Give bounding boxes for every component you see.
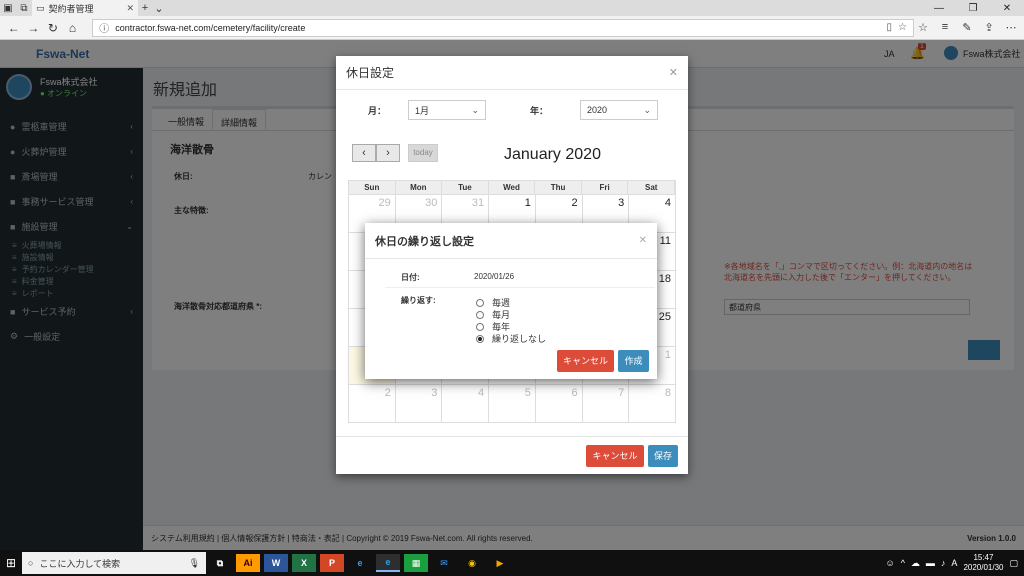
- media-player-icon[interactable]: ▶: [488, 554, 512, 572]
- mail-icon[interactable]: ✉: [432, 554, 456, 572]
- weekday-header: Fri: [582, 181, 629, 194]
- tab-list-chevron-icon[interactable]: ⌄: [152, 2, 166, 15]
- year-select[interactable]: 2020 ⌄: [580, 100, 659, 120]
- favorite-star-icon[interactable]: ☆: [898, 22, 907, 33]
- info-icon: ⓘ: [99, 24, 110, 35]
- calendar-day[interactable]: 5: [489, 385, 536, 423]
- calendar-day[interactable]: 3: [395, 385, 443, 423]
- date-value: 2020/01/26: [474, 272, 515, 281]
- spreadsheet-icon[interactable]: ▦: [404, 554, 428, 572]
- weekday-header: Thu: [535, 181, 582, 194]
- share-icon[interactable]: ⇪: [980, 21, 998, 34]
- month-select[interactable]: 1月 ⌄: [408, 100, 487, 120]
- calendar-title: January 2020: [504, 146, 601, 163]
- repeat-settings-modal: 休日の繰り返し設定 ✕ 日付: 2020/01/26 繰り返す: 毎週 毎月 毎…: [365, 223, 657, 379]
- tray-chevron-icon[interactable]: ^: [901, 558, 905, 568]
- people-icon[interactable]: ☺: [885, 558, 894, 568]
- calendar-day[interactable]: 6: [535, 385, 583, 423]
- ime-icon[interactable]: A: [951, 558, 957, 568]
- word-icon[interactable]: W: [264, 554, 288, 572]
- page-icon: ▭: [36, 2, 45, 13]
- chevron-down-icon: ⌄: [643, 104, 652, 115]
- month-label: 月：: [368, 105, 387, 116]
- edge-icon[interactable]: e: [376, 554, 400, 572]
- minimize-icon[interactable]: —: [922, 3, 956, 14]
- date-label: 日付:: [401, 273, 420, 282]
- create-button[interactable]: 作成: [618, 350, 649, 372]
- close-tab-icon[interactable]: ✕: [126, 3, 134, 14]
- onedrive-icon[interactable]: ☁: [911, 558, 920, 569]
- window-menu-icon[interactable]: ▣: [0, 0, 16, 16]
- tab-title: 契約者管理: [48, 3, 94, 14]
- task-view-icon[interactable]: ⧉: [208, 554, 232, 572]
- volume-icon[interactable]: ♪: [941, 558, 946, 568]
- prev-month-button[interactable]: ‹: [352, 144, 376, 162]
- modal-title: 休日設定: [346, 66, 395, 80]
- today-button[interactable]: today: [408, 144, 438, 162]
- calendar-day[interactable]: 8: [629, 385, 676, 423]
- edge-legacy-icon[interactable]: e: [348, 554, 372, 572]
- url-field[interactable]: ⓘ contractor.fswa-net.com/cemetery/facil…: [92, 18, 915, 37]
- cancel-button[interactable]: キャンセル: [586, 445, 644, 467]
- calendar-day[interactable]: 2: [349, 385, 396, 423]
- radio-no-repeat[interactable]: 繰り返しなし: [476, 332, 546, 345]
- browser-tab-bar: ▣ ⧉ ▭ 契約者管理 ✕ + ⌄ — ❐ ✕: [0, 0, 1024, 16]
- microphone-icon[interactable]: 🎙: [189, 558, 200, 569]
- repeat-label: 繰り返す:: [401, 296, 436, 305]
- weekday-header: Sat: [628, 181, 675, 194]
- divider: [385, 287, 655, 288]
- next-month-button[interactable]: ›: [376, 144, 400, 162]
- weekday-header: Wed: [489, 181, 536, 194]
- restore-icon[interactable]: ❐: [956, 3, 990, 14]
- clock[interactable]: 15:47 2020/01/30: [963, 553, 1003, 573]
- browser-tab[interactable]: ▭ 契約者管理 ✕: [32, 0, 138, 16]
- network-icon[interactable]: ▬: [926, 558, 935, 568]
- save-button[interactable]: 保存: [648, 445, 678, 467]
- chrome-icon[interactable]: ◉: [460, 554, 484, 572]
- weekday-header: Tue: [442, 181, 489, 194]
- reading-view-icon[interactable]: ▯: [887, 22, 893, 33]
- weekday-header: Sun: [349, 181, 396, 194]
- modal-title: 休日の繰り返し設定: [375, 235, 474, 248]
- action-center-icon[interactable]: ▢: [1009, 558, 1018, 569]
- address-toolbar: ← → ↻ ⌂ ⓘ contractor.fswa-net.com/cemete…: [0, 16, 1024, 40]
- calendar-day[interactable]: 7: [582, 385, 630, 423]
- taskbar-search[interactable]: ○ ここに入力して検索 🎙: [22, 552, 206, 574]
- system-tray: ☺ ^ ☁ ▬ ♪ A 15:47 2020/01/30 ▢: [885, 553, 1024, 573]
- tab-preview-icon[interactable]: ⧉: [16, 0, 32, 16]
- search-icon: ○: [28, 558, 34, 568]
- calendar-day[interactable]: 4: [442, 385, 490, 423]
- excel-icon[interactable]: X: [292, 554, 316, 572]
- weekday-header: Mon: [396, 181, 443, 194]
- close-icon[interactable]: ✕: [639, 235, 647, 246]
- illustrator-icon[interactable]: Ai: [236, 554, 260, 572]
- chevron-down-icon: ⌄: [471, 104, 480, 115]
- close-window-icon[interactable]: ✕: [990, 3, 1024, 14]
- taskbar: ⊞ ○ ここに入力して検索 🎙 ⧉ Ai W X P e e ▦ ✉ ◉ ▶ ☺…: [0, 550, 1024, 576]
- cancel-button[interactable]: キャンセル: [557, 350, 614, 372]
- forward-icon[interactable]: →: [24, 21, 44, 35]
- powerpoint-icon[interactable]: P: [320, 554, 344, 572]
- more-icon[interactable]: ⋯: [1002, 21, 1020, 34]
- refresh-icon[interactable]: ↻: [43, 21, 63, 35]
- back-icon[interactable]: ←: [4, 21, 24, 35]
- pen-icon[interactable]: ✎: [958, 21, 976, 34]
- favorites-icon[interactable]: ☆: [914, 21, 932, 34]
- reading-list-icon[interactable]: ≡: [936, 21, 954, 34]
- url-text: contractor.fswa-net.com/cemetery/facilit…: [115, 22, 306, 33]
- windows-start-icon[interactable]: ⊞: [0, 556, 22, 570]
- home-icon[interactable]: ⌂: [63, 21, 83, 35]
- close-icon[interactable]: ✕: [669, 66, 678, 79]
- new-tab-icon[interactable]: +: [138, 2, 152, 14]
- year-label: 年：: [530, 105, 549, 116]
